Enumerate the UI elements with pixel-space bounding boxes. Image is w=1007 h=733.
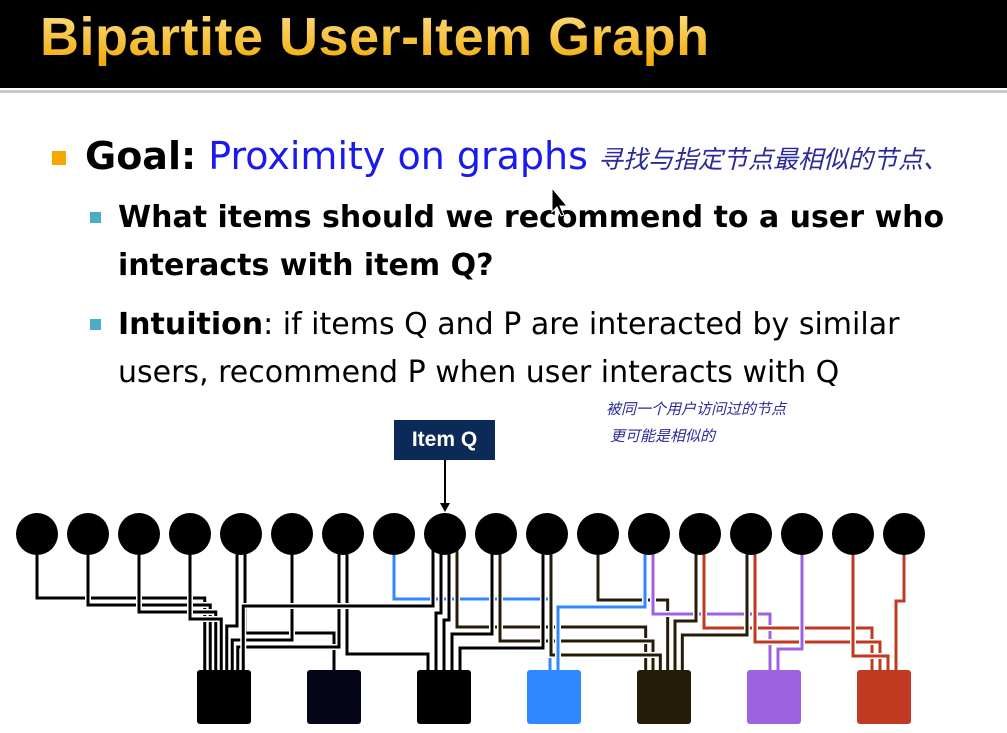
item-node: [271, 513, 313, 555]
item-node: [628, 513, 670, 555]
edge: [680, 534, 749, 670]
edge: [673, 534, 698, 670]
edge-outline: [679, 534, 750, 670]
item-node: [679, 513, 721, 555]
user-node: [747, 670, 801, 724]
item-node: [781, 513, 823, 555]
item-node: [322, 513, 364, 555]
user-node: [637, 670, 691, 724]
item-node: [169, 513, 211, 555]
edge-outline: [595, 534, 671, 670]
edge-outline: [752, 534, 883, 670]
edge-outline: [672, 534, 699, 670]
edge: [753, 534, 882, 670]
item-node: [526, 513, 568, 555]
item-node: [373, 513, 415, 555]
item-node: [475, 513, 517, 555]
user-node: [307, 670, 361, 724]
item-node-q: [424, 513, 466, 555]
arrow-head-icon: [440, 503, 450, 512]
item-node: [220, 513, 262, 555]
user-node: [417, 670, 471, 724]
item-node: [883, 513, 925, 555]
item-node: [832, 513, 874, 555]
user-node: [197, 670, 251, 724]
item-node: [577, 513, 619, 555]
item-node: [730, 513, 772, 555]
bipartite-graph: [16, 460, 925, 724]
item-node: [118, 513, 160, 555]
item-node: [16, 513, 58, 555]
item-node: [67, 513, 109, 555]
user-node: [857, 670, 911, 724]
user-node: [527, 670, 581, 724]
